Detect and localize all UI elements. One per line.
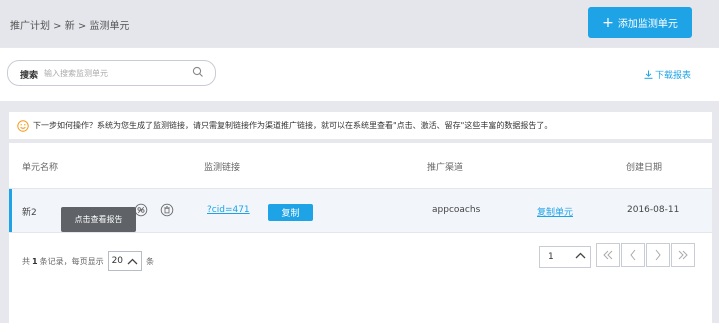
table-header: 单元名称 监测链接 推广渠道 创建日期 bbox=[9, 143, 712, 189]
tip-text: 下一步如何操作？系统为您生成了监测链接，请只需复制链接作为渠道推广链接，就可以在… bbox=[33, 121, 553, 130]
search-box[interactable]: 搜索 bbox=[7, 60, 216, 86]
channel-name: appcoachs bbox=[432, 205, 481, 215]
next-step-tip: 下一步如何操作？系统为您生成了监测链接，请只需复制链接作为渠道推广链接，就可以在… bbox=[9, 112, 712, 139]
download-label: 下载报表 bbox=[655, 71, 692, 81]
download-report-link[interactable]: 下载报表 bbox=[644, 68, 691, 81]
monitor-link[interactable]: ?cid=471 bbox=[207, 205, 250, 215]
trash-icon[interactable] bbox=[160, 203, 174, 217]
header-unit-name: 单元名称 bbox=[22, 163, 59, 173]
total-mid: 条记录，每页显示 bbox=[39, 256, 104, 266]
prev-page-button[interactable] bbox=[621, 243, 645, 267]
page-number-select[interactable]: 1 bbox=[539, 246, 591, 268]
chevron-left-icon bbox=[630, 249, 636, 261]
page-size-value: 20 bbox=[111, 256, 124, 266]
create-date: 2016-08-11 bbox=[627, 205, 680, 215]
unit-name: 新2 bbox=[22, 208, 37, 218]
double-chevron-right-icon bbox=[678, 250, 688, 260]
top-bar: 推广计划 > 新 > 监测单元 + 添加监测单元 bbox=[0, 0, 719, 47]
search-icon[interactable] bbox=[191, 65, 205, 79]
header-channel: 推广渠道 bbox=[427, 163, 464, 173]
header-create-date: 创建日期 bbox=[626, 163, 663, 173]
search-row: 搜索 下载报表 bbox=[0, 48, 719, 101]
breadcrumb: 推广计划 > 新 > 监测单元 bbox=[10, 21, 130, 32]
first-page-button[interactable] bbox=[596, 243, 620, 267]
copy-link-button[interactable]: 复制 bbox=[268, 204, 313, 221]
last-page-button[interactable] bbox=[671, 243, 695, 267]
view-report-tooltip: 点击查看报告 bbox=[61, 207, 136, 232]
search-input[interactable] bbox=[44, 65, 184, 81]
total-count: 1 bbox=[32, 256, 38, 266]
pagination-footer: 共 1 条记录，每页显示 20 条 1 bbox=[9, 232, 712, 277]
plus-icon: + bbox=[602, 14, 614, 31]
total-prefix: 共 bbox=[22, 256, 30, 266]
header-monitor-link: 监测链接 bbox=[204, 163, 241, 173]
monitor-unit-table: 单元名称 监测链接 推广渠道 创建日期 新2 ?cid=471 复制 appco… bbox=[9, 143, 712, 323]
add-monitor-unit-button[interactable]: + 添加监测单元 bbox=[588, 7, 692, 38]
chevron-right-icon bbox=[655, 249, 661, 261]
page-size-select[interactable]: 20 bbox=[107, 251, 143, 271]
chart-icon[interactable] bbox=[134, 203, 148, 217]
next-page-button[interactable] bbox=[646, 243, 670, 267]
total-suffix: 条 bbox=[146, 256, 155, 266]
search-label: 搜索 bbox=[20, 71, 39, 81]
add-button-label: 添加监测单元 bbox=[617, 19, 678, 30]
chevron-up-icon bbox=[127, 258, 138, 264]
double-chevron-left-icon bbox=[603, 250, 613, 260]
smiley-icon bbox=[17, 119, 29, 132]
total-records: 共 1 条记录，每页显示 20 条 bbox=[22, 251, 154, 271]
current-page: 1 bbox=[548, 252, 554, 262]
download-icon bbox=[644, 70, 653, 79]
chevron-up-icon bbox=[575, 252, 586, 259]
copy-unit-link[interactable]: 复制单元 bbox=[537, 205, 573, 218]
